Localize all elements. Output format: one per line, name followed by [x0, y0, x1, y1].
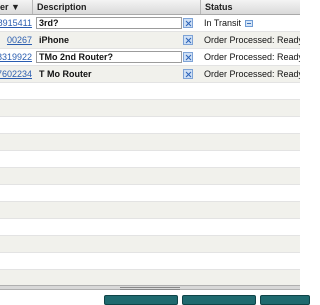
clear-x-icon[interactable] — [183, 69, 193, 79]
grid-header: er ▼ Description Status — [0, 0, 300, 15]
empty-row — [0, 236, 300, 253]
action-button-3[interactable] — [260, 295, 310, 305]
table-row[interactable]: 8319922 TMo 2nd Router? Order Processed: R… — [0, 49, 300, 66]
clear-x-icon[interactable] — [183, 35, 193, 45]
description-cell: T Mo Router — [33, 66, 201, 82]
status-text: Order Processed: Ready — [204, 69, 300, 79]
status-text: Order Processed: Ready — [204, 35, 300, 45]
table-row[interactable]: 00267 iPhone Order Processed: Ready — [0, 32, 300, 49]
empty-row — [0, 270, 300, 285]
table-row[interactable]: 8915411 3rd? In Transit — [0, 15, 300, 32]
column-header-order[interactable]: er ▼ — [0, 0, 33, 14]
empty-row — [0, 168, 300, 185]
order-number-link[interactable]: 7602234 — [0, 66, 32, 82]
status-text: In Transit — [204, 18, 242, 28]
empty-row — [0, 202, 300, 219]
table-row[interactable]: 7602234 T Mo Router Order Processed: Ready — [0, 66, 300, 83]
empty-row — [0, 151, 300, 168]
empty-row — [0, 185, 300, 202]
status-text: Order Processed: Ready — [204, 52, 300, 62]
description-cell: TMo 2nd Router? — [33, 49, 201, 65]
clear-x-icon[interactable] — [183, 18, 193, 28]
status-cell: Order Processed: Ready — [201, 32, 300, 48]
order-cell: 00267 — [0, 32, 33, 48]
description-input[interactable]: 3rd? — [36, 17, 182, 29]
status-cell: In Transit — [201, 15, 300, 31]
empty-row — [0, 219, 300, 236]
track-package-icon[interactable] — [245, 20, 254, 28]
description-input[interactable]: iPhone — [36, 34, 182, 46]
empty-row — [0, 100, 300, 117]
column-header-status[interactable]: Status — [201, 0, 300, 14]
status-cell: Order Processed: Ready — [201, 49, 300, 65]
clear-x-icon[interactable] — [183, 52, 193, 62]
button-bar — [0, 290, 310, 305]
order-cell: 7602234 — [0, 66, 33, 82]
description-input[interactable]: T Mo Router — [36, 68, 182, 80]
description-cell: 3rd? — [33, 15, 201, 31]
empty-row — [0, 117, 300, 134]
order-number-link[interactable]: 00267 — [7, 32, 32, 48]
orders-grid: er ▼ Description Status 8915411 3rd? In Tr… — [0, 0, 300, 285]
empty-row — [0, 253, 300, 270]
status-cell: Order Processed: Ready — [201, 66, 300, 82]
empty-row — [0, 134, 300, 151]
description-input[interactable]: TMo 2nd Router? — [36, 51, 182, 63]
empty-row — [0, 83, 300, 100]
order-number-link[interactable]: 8915411 — [0, 15, 32, 31]
action-button-1[interactable] — [104, 295, 178, 305]
action-button-2[interactable] — [182, 295, 256, 305]
column-header-description[interactable]: Description — [33, 0, 201, 14]
description-cell: iPhone — [33, 32, 201, 48]
order-cell: 8319922 — [0, 49, 33, 65]
order-cell: 8915411 — [0, 15, 33, 31]
order-number-link[interactable]: 8319922 — [0, 49, 32, 65]
